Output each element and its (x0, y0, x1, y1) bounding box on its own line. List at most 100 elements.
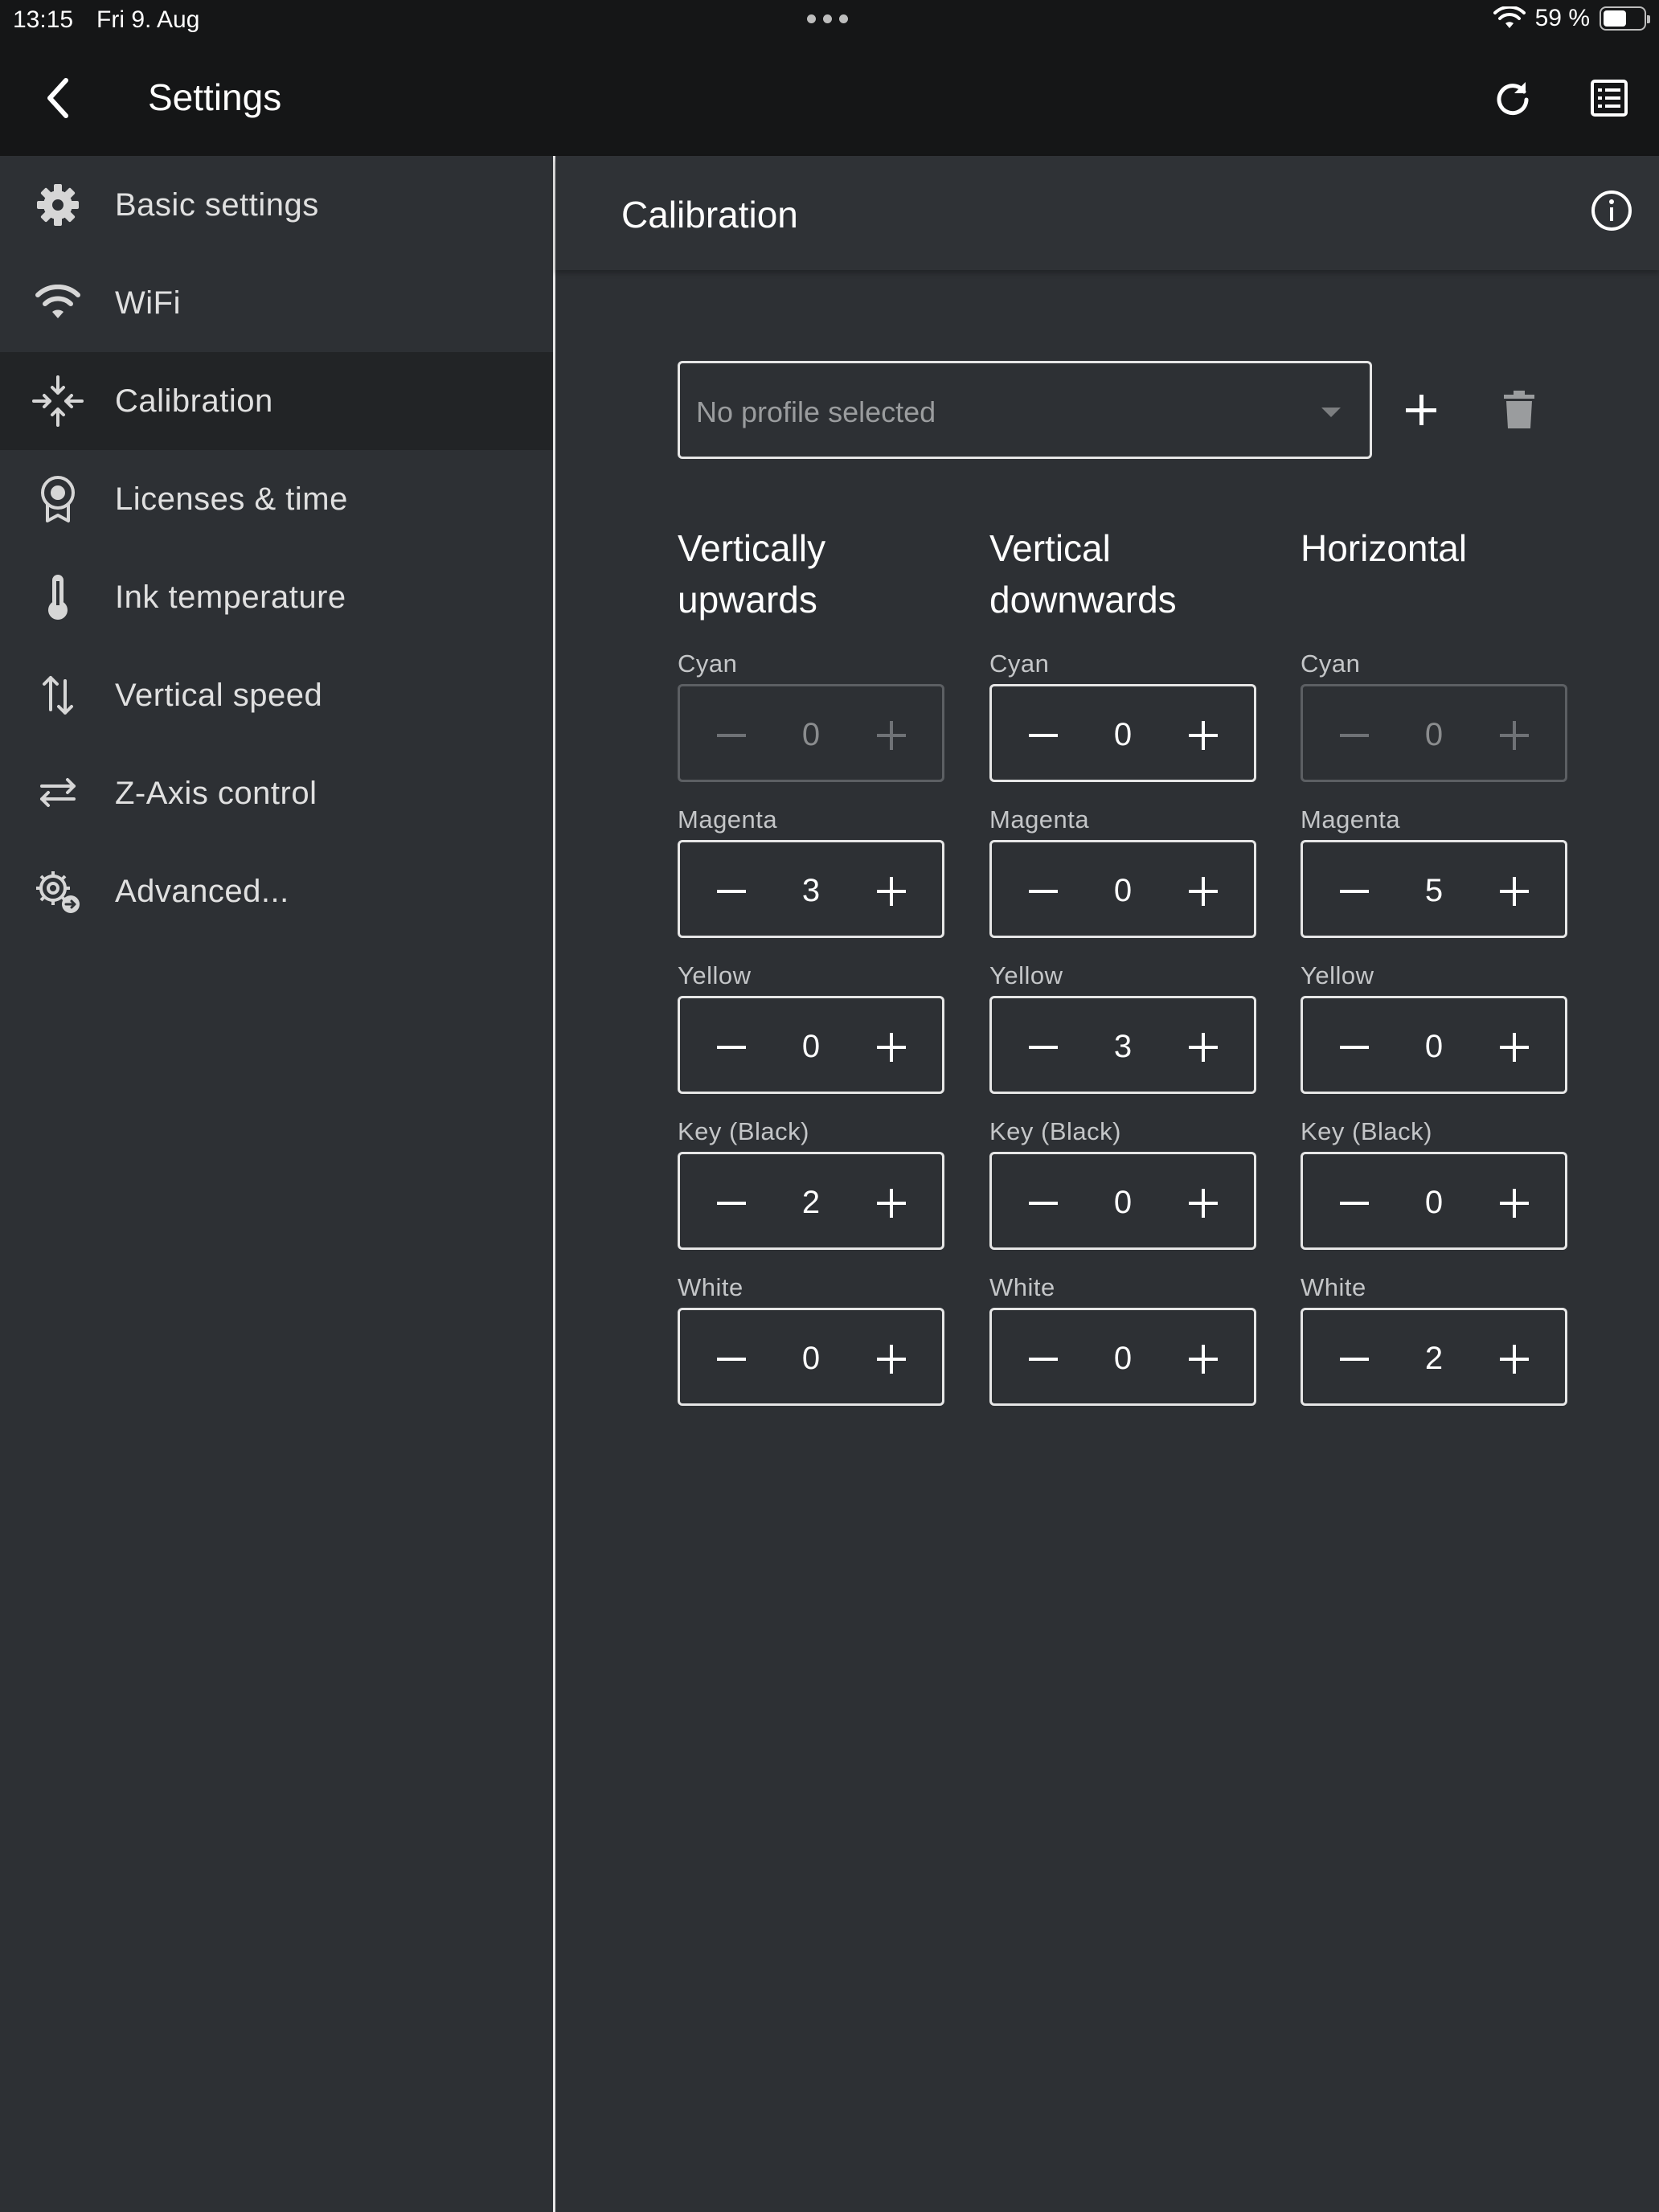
stepper-down-white[interactable]: 0 (989, 1308, 1256, 1406)
thermometer-icon (32, 571, 84, 623)
plus-icon[interactable] (1498, 875, 1530, 907)
field-label: White (678, 1273, 743, 1301)
field-label: Magenta (989, 805, 1090, 834)
field-label: Cyan (1301, 649, 1361, 678)
sidebar-item-label: WiFi (115, 285, 181, 321)
info-icon (1591, 190, 1632, 231)
column-heading-vertically-upwards: Vertically upwards (678, 527, 826, 621)
wifi-icon (32, 277, 84, 329)
plus-icon[interactable] (875, 1031, 907, 1063)
stepper-up-key[interactable]: 2 (678, 1152, 944, 1250)
minus-icon[interactable] (1027, 719, 1059, 752)
sidebar-item-vertical-speed[interactable]: Vertical speed (0, 646, 553, 744)
minus-icon[interactable] (1027, 1187, 1059, 1219)
profile-select[interactable]: No profile selected (678, 361, 1372, 459)
minus-icon[interactable] (1338, 875, 1370, 907)
plus-icon[interactable] (1187, 719, 1219, 752)
list-icon (1591, 80, 1628, 117)
stepper-up-magenta[interactable]: 3 (678, 840, 944, 938)
column-heading-horizontal: Horizontal (1301, 527, 1468, 569)
field-label: Key (Black) (678, 1117, 809, 1145)
plus-icon[interactable] (1187, 1031, 1219, 1063)
sidebar-item-label: Z-Axis control (115, 775, 317, 811)
panel-header: Calibration (555, 156, 1659, 270)
back-button[interactable] (32, 72, 84, 124)
sidebar-item-label: Calibration (115, 383, 273, 419)
log-button[interactable] (1583, 72, 1635, 124)
plus-icon[interactable] (1187, 875, 1219, 907)
plus-icon[interactable] (875, 875, 907, 907)
add-profile-button[interactable] (1395, 384, 1447, 436)
trash-icon (1504, 391, 1534, 428)
wifi-status-icon (1493, 6, 1526, 28)
minus-icon[interactable] (1027, 1343, 1059, 1375)
minus-icon[interactable] (1338, 1187, 1370, 1219)
page-title: Settings (148, 76, 282, 118)
stepper-up-white[interactable]: 0 (678, 1308, 944, 1406)
delete-profile-button[interactable] (1493, 384, 1545, 436)
minus-icon[interactable] (715, 1187, 748, 1219)
plus-icon (1498, 719, 1530, 752)
status-right: 59 % (1493, 5, 1650, 32)
sidebar-item-calibration[interactable]: Calibration (0, 352, 553, 450)
sidebar-item-basic-settings[interactable]: Basic settings (0, 156, 553, 254)
minus-icon[interactable] (1027, 875, 1059, 907)
field-label: Magenta (1301, 805, 1401, 834)
stepper-value: 0 (1424, 1029, 1444, 1064)
sidebar-item-advanced[interactable]: Advanced... (0, 842, 553, 940)
sidebar-divider (553, 156, 555, 2212)
stepper-horizontal-magenta[interactable]: 5 (1301, 840, 1567, 938)
refresh-button[interactable] (1487, 72, 1538, 124)
field-label: Key (Black) (1301, 1117, 1432, 1145)
minus-icon[interactable] (1338, 1343, 1370, 1375)
stepper-down-yellow[interactable]: 3 (989, 996, 1256, 1094)
status-date: Fri 9. Aug (96, 6, 200, 33)
stepper-down-key[interactable]: 0 (989, 1152, 1256, 1250)
multitask-dots-icon[interactable] (807, 14, 848, 23)
stepper-down-magenta[interactable]: 0 (989, 840, 1256, 938)
field-label: Yellow (989, 961, 1063, 989)
gear-icon (32, 179, 84, 231)
plus-icon[interactable] (1498, 1031, 1530, 1063)
sidebar-item-ink-temperature[interactable]: Ink temperature (0, 548, 553, 646)
sidebar-item-licenses[interactable]: Licenses & time (0, 450, 553, 548)
sidebar-item-wifi[interactable]: WiFi (0, 254, 553, 352)
sidebar: Basic settings WiFi Calibration Licenses… (0, 156, 553, 2212)
battery-icon (1600, 6, 1650, 31)
sidebar-item-label: Advanced... (115, 873, 289, 909)
stepper-horizontal-key[interactable]: 0 (1301, 1152, 1567, 1250)
plus-icon[interactable] (1187, 1343, 1219, 1375)
sidebar-item-z-axis-control[interactable]: Z-Axis control (0, 744, 553, 842)
field-label: White (1301, 1273, 1366, 1301)
minus-icon[interactable] (715, 875, 748, 907)
minus-icon[interactable] (715, 1343, 748, 1375)
sidebar-item-label: Licenses & time (115, 481, 348, 517)
column-heading-vertical-downwards: Vertical downwards (989, 527, 1177, 621)
calibration-arrows-icon (32, 375, 84, 427)
plus-icon[interactable] (875, 1187, 907, 1219)
advanced-gear-icon (32, 866, 84, 917)
sidebar-item-label: Basic settings (115, 186, 319, 223)
stepper-value: 0 (801, 1341, 821, 1376)
info-button[interactable] (1586, 185, 1637, 236)
plus-icon[interactable] (1187, 1187, 1219, 1219)
plus-icon[interactable] (1498, 1187, 1530, 1219)
plus-icon[interactable] (1498, 1343, 1530, 1375)
stepper-down-cyan[interactable]: 0 (989, 684, 1256, 782)
battery-percent: 59 % (1534, 5, 1590, 31)
minus-icon[interactable] (715, 1031, 748, 1063)
stepper-value: 2 (1424, 1341, 1444, 1376)
minus-icon[interactable] (1338, 1031, 1370, 1063)
field-label: Yellow (1301, 961, 1374, 989)
chevron-left-icon (47, 78, 68, 118)
plus-icon[interactable] (875, 1343, 907, 1375)
minus-icon[interactable] (1027, 1031, 1059, 1063)
stepper-up-yellow[interactable]: 0 (678, 996, 944, 1094)
stepper-value: 0 (1113, 1341, 1133, 1376)
stepper-horizontal-white[interactable]: 2 (1301, 1308, 1567, 1406)
stepper-horizontal-yellow[interactable]: 0 (1301, 996, 1567, 1094)
sidebar-item-label: Vertical speed (115, 677, 323, 713)
stepper-up-cyan: 0 (678, 684, 944, 782)
minus-icon (715, 719, 748, 752)
license-badge-icon (32, 473, 84, 525)
